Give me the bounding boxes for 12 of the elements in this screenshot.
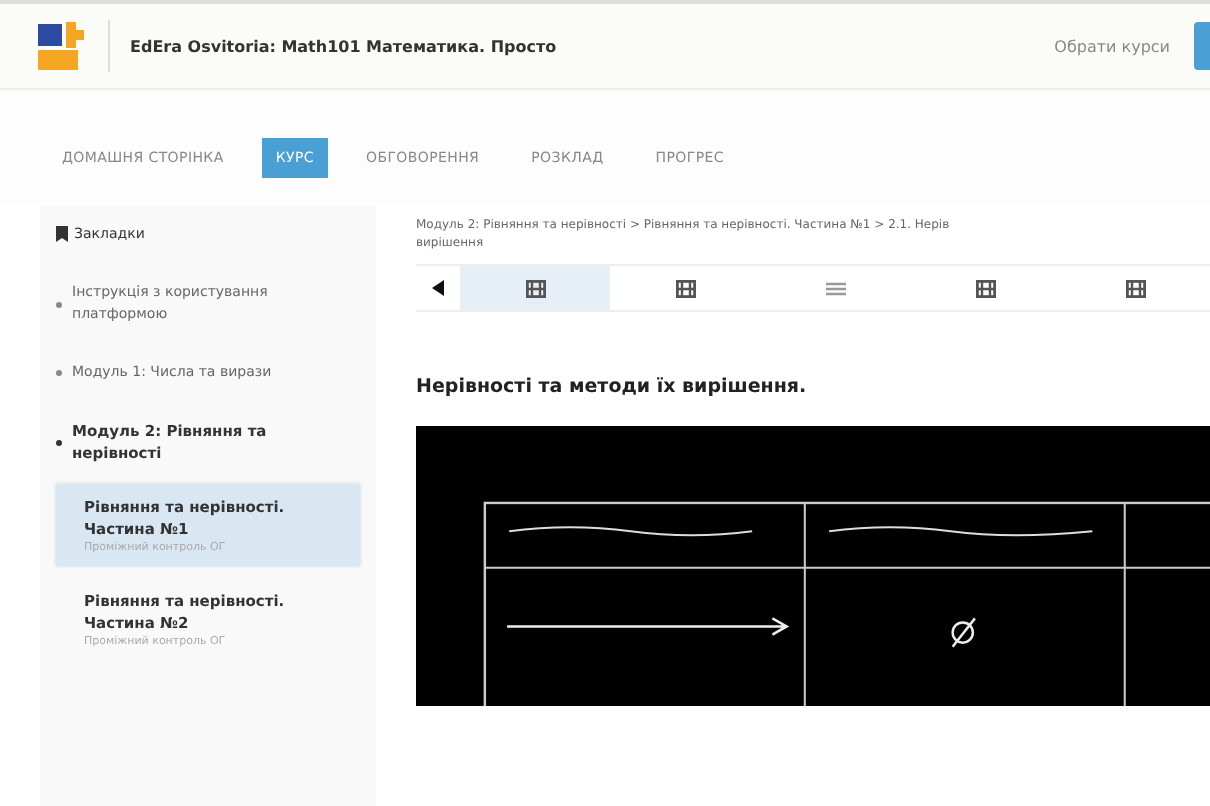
text-icon <box>825 281 845 295</box>
left-arrow-icon <box>432 280 444 296</box>
logo-icon[interactable] <box>36 18 88 74</box>
unit-heading: Нерівності та методи їх вирішення. <box>416 376 809 398</box>
bookmark-icon <box>56 226 68 242</box>
course-title: EdEra Osvitoria: Math101 Математика. Просто <box>130 37 557 55</box>
video-icon <box>525 279 545 297</box>
unit-tab[interactable] <box>460 266 610 310</box>
choose-courses-link[interactable]: Обрати курси <box>1054 37 1170 55</box>
video-icon <box>1125 279 1145 297</box>
video-icon <box>675 279 695 297</box>
video-icon <box>975 279 995 297</box>
